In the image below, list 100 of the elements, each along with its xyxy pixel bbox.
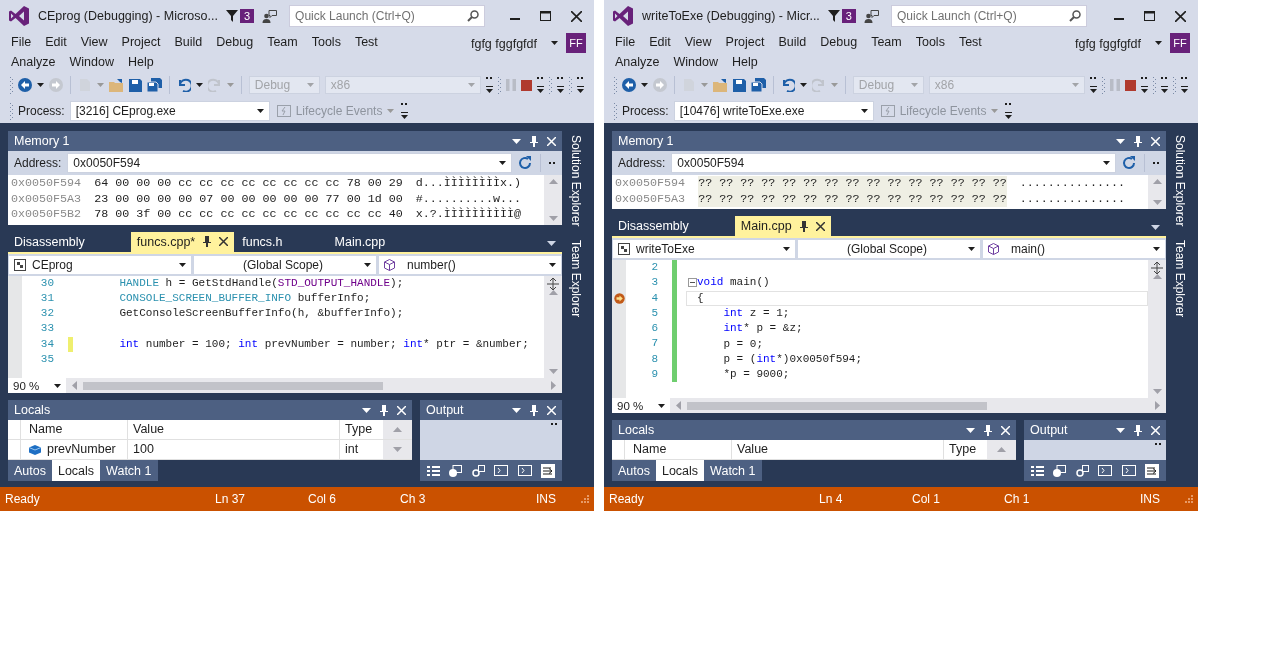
panel-tab[interactable]: Autos [8, 460, 52, 481]
caret-icon[interactable] [968, 247, 975, 251]
address-field[interactable]: 0x0050F594 [67, 153, 512, 173]
toolbar-grip[interactable] [10, 101, 13, 120]
scroll-up-icon[interactable] [548, 289, 558, 295]
caret-icon[interactable] [195, 83, 203, 87]
caret-icon[interactable] [860, 108, 868, 113]
scope-dropdown[interactable]: (Global Scope) [194, 255, 376, 274]
user-avatar[interactable]: FF [566, 33, 586, 53]
window-icon[interactable] [1053, 464, 1067, 477]
pin-icon[interactable] [530, 404, 538, 416]
list-icon[interactable] [426, 464, 440, 477]
word-wrap-icon[interactable] [1145, 463, 1160, 478]
menu-item[interactable]: Team [260, 32, 305, 52]
member-dropdown[interactable]: main() [983, 240, 1165, 258]
panel-tab[interactable]: Autos [612, 460, 656, 481]
panel-tab[interactable]: Locals [51, 460, 101, 481]
dropdown-icon[interactable] [547, 240, 556, 246]
gear-icon[interactable] [471, 464, 485, 477]
panel-tab[interactable]: Watch 1 [704, 460, 762, 481]
menu-item[interactable]: Edit [38, 32, 74, 52]
toolbar-overflow-icon[interactable] [1181, 77, 1188, 93]
word-wrap-icon[interactable] [541, 463, 556, 478]
user-avatar[interactable]: FF [1170, 33, 1190, 53]
toolbar-overflow-icon[interactable] [549, 161, 556, 165]
toolbar-grip[interactable] [498, 76, 501, 94]
quick-launch-field[interactable]: Quick Launch (Ctrl+Q) [890, 5, 1087, 27]
resize-grip-icon[interactable] [1185, 495, 1193, 503]
undo-icon[interactable] [780, 78, 795, 92]
zoom-dropdown[interactable]: 90 % [8, 378, 66, 393]
toolbar-overflow-icon[interactable] [1155, 443, 1162, 446]
process-dropdown[interactable]: [3216] CEprog.exe [69, 100, 270, 121]
menu-item[interactable]: File [4, 32, 39, 52]
caret-icon[interactable] [499, 161, 506, 165]
close-icon[interactable] [571, 10, 582, 22]
address-field[interactable]: 0x0050F594 [671, 153, 1116, 173]
gear-icon[interactable] [1075, 464, 1089, 477]
back-icon[interactable] [18, 78, 32, 92]
menu-item[interactable]: View [73, 32, 115, 52]
column-header[interactable]: Name [21, 420, 127, 439]
menu-item[interactable]: Build [771, 32, 814, 52]
toolbar-overflow-icon[interactable] [551, 423, 558, 426]
menu-item[interactable]: Project [114, 32, 168, 52]
toolbar-grip[interactable] [549, 76, 552, 94]
menu-item[interactable]: Project [718, 32, 772, 52]
menu-item[interactable]: Window [62, 52, 121, 72]
toolbar-overflow-icon[interactable] [557, 77, 564, 93]
menu-item[interactable]: Test [951, 32, 989, 52]
console-icon[interactable] [494, 465, 509, 476]
refresh-icon[interactable] [518, 156, 532, 170]
code-editor[interactable] [8, 275, 562, 378]
caret-icon[interactable] [364, 262, 371, 267]
toolbar-overflow-icon[interactable] [1161, 77, 1168, 93]
toolbar-grip[interactable] [1153, 76, 1156, 94]
search-icon[interactable] [1068, 10, 1081, 22]
menu-item[interactable]: Tools [908, 32, 952, 52]
caret-icon[interactable] [783, 247, 790, 251]
stop-icon[interactable] [521, 79, 532, 91]
zoom-dropdown[interactable]: 90 % [612, 398, 670, 413]
search-icon[interactable] [467, 10, 480, 22]
pin-icon[interactable] [530, 135, 538, 147]
menu-item[interactable]: View [677, 32, 719, 52]
pin-icon[interactable] [984, 424, 992, 436]
menu-item[interactable]: Help [120, 52, 161, 72]
toolbar-grip[interactable] [614, 101, 617, 120]
document-tab[interactable]: Disassembly [8, 231, 91, 252]
side-tab[interactable]: Team Explorer [1170, 238, 1190, 320]
open-folder-icon[interactable] [712, 78, 728, 92]
dropdown-icon[interactable] [362, 407, 371, 413]
project-dropdown[interactable]: CEprog [9, 255, 191, 274]
caret-icon[interactable] [641, 83, 648, 87]
collapse-icon[interactable] [687, 278, 697, 288]
caret-icon[interactable] [37, 83, 44, 87]
toolbar-overflow-icon[interactable] [401, 102, 409, 119]
side-tab[interactable]: Solution Explorer [566, 133, 586, 229]
caret-icon[interactable] [549, 262, 556, 267]
caret-icon[interactable] [1155, 41, 1162, 45]
pin-icon[interactable] [1134, 135, 1142, 147]
pin-icon[interactable] [1134, 424, 1142, 436]
code-editor[interactable]: 2 3 void main() 4 { 5 int z = 1; 6 int* p = &z; 7 p = 0; 8 p = (int*)0x0050f594; 9 *p = 9000; [612, 260, 1166, 398]
menu-item[interactable]: Team [864, 32, 909, 52]
menu-item[interactable]: Help [724, 52, 765, 72]
save-all-icon[interactable] [146, 78, 162, 92]
refresh-icon[interactable] [1122, 156, 1136, 170]
toolbar-overflow-icon[interactable] [577, 77, 584, 93]
document-tab[interactable]: funcs.cpp* [130, 231, 235, 252]
menu-item[interactable]: Tools [304, 32, 348, 52]
toolbar-overflow-icon[interactable] [1090, 77, 1097, 93]
column-header[interactable]: Value [127, 420, 339, 439]
close-icon[interactable] [219, 237, 229, 246]
process-dropdown[interactable]: [10476] writeToExe.exe [673, 100, 874, 121]
window-icon[interactable] [449, 464, 463, 477]
menu-item[interactable]: Build [167, 32, 210, 52]
document-tab[interactable]: Disassembly [612, 216, 695, 236]
dropdown-icon[interactable] [966, 427, 975, 433]
notification-badge[interactable]: 3 [239, 9, 255, 23]
save-icon[interactable] [732, 78, 746, 92]
caret-icon[interactable] [799, 83, 807, 87]
side-tab[interactable]: Team Explorer [566, 238, 586, 320]
panel-tab[interactable]: Locals [655, 460, 705, 481]
